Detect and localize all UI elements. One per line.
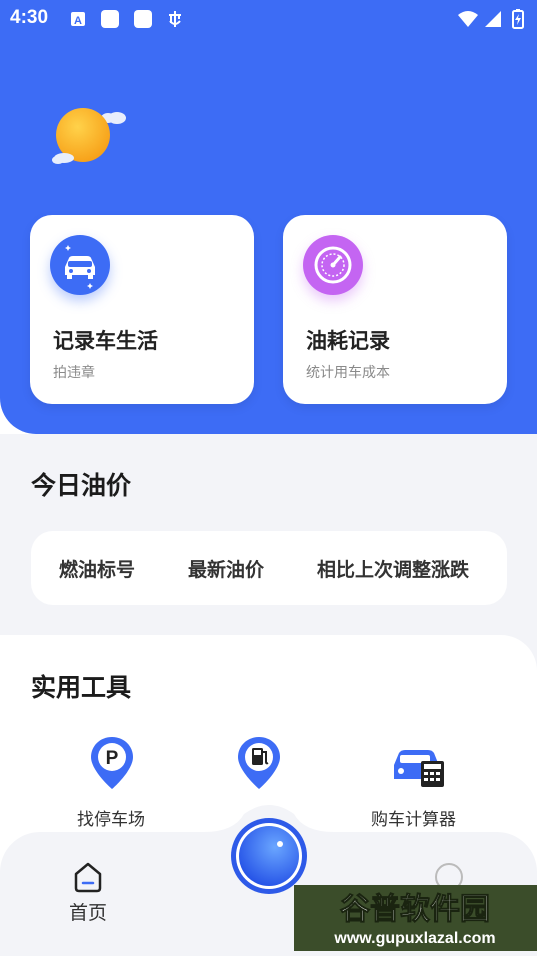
tools-title: 实用工具 <box>31 673 132 702</box>
battery-icon <box>512 9 524 29</box>
tab-home[interactable]: 首页 <box>60 860 116 925</box>
card-subtitle: 统计用车成本 <box>306 365 390 381</box>
status-time: 4:30 <box>10 7 49 28</box>
column-fuel-grade: 燃油标号 <box>59 559 136 581</box>
svg-text:A: A <box>74 15 82 27</box>
car-calculator-icon <box>394 750 444 787</box>
card-fuel-consumption[interactable]: 油耗记录 统计用车成本 <box>283 215 507 404</box>
card-record-car-life[interactable]: 记录车生活 拍违章 <box>30 215 254 404</box>
gas-station-pin-icon <box>238 737 280 789</box>
tool-label: 购车计算器 <box>371 810 456 830</box>
oil-price-title: 今日油价 <box>31 471 132 500</box>
column-latest-price: 最新油价 <box>188 559 265 581</box>
svg-text:谷普软件园: 谷普软件园 <box>340 892 490 927</box>
car-icon <box>50 235 110 295</box>
tool-car-calculator[interactable]: 购车计算器 <box>371 735 456 830</box>
notification-icon <box>101 10 119 28</box>
watermark-logo: 谷普软件园 www.gupuxlazal.com <box>294 885 537 951</box>
tool-label: 找停车场 <box>77 810 145 830</box>
wifi-icon <box>458 11 478 27</box>
card-title: 记录车生活 <box>53 329 158 353</box>
parking-pin-icon: P <box>91 737 133 789</box>
home-icon <box>74 862 102 893</box>
keyboard-notification-icon: A <box>71 12 85 27</box>
status-bar: 4:30 A <box>0 0 537 38</box>
tool-find-gas-station[interactable] <box>234 735 284 791</box>
tool-find-parking[interactable]: P 找停车场 <box>72 735 152 830</box>
tab-home-label: 首页 <box>68 902 107 924</box>
card-title: 油耗记录 <box>306 329 390 353</box>
bug-icon <box>169 11 181 27</box>
weather-sun-icon <box>52 108 126 164</box>
svg-text:P: P <box>106 748 119 769</box>
speedometer-icon <box>303 235 363 295</box>
column-price-change: 相比上次调整涨跌 <box>317 559 470 581</box>
card-subtitle: 拍违章 <box>53 365 95 381</box>
oil-price-header: 燃油标号 最新油价 相比上次调整涨跌 <box>31 531 507 605</box>
notification-icon <box>134 10 152 28</box>
signal-icon <box>485 11 501 27</box>
svg-text:www.gupuxlazal.com: www.gupuxlazal.com <box>333 930 495 947</box>
